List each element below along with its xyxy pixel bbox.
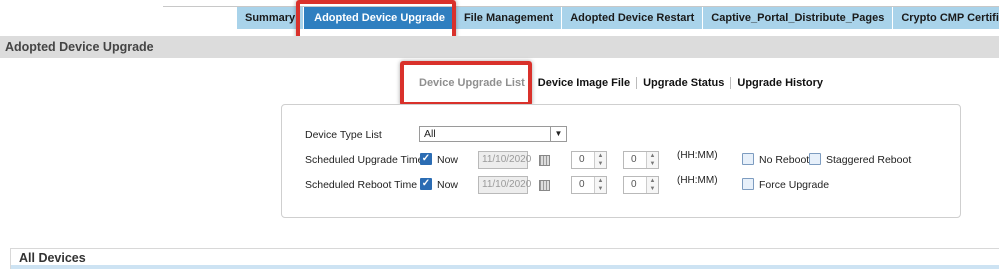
reboot-time-label: Scheduled Reboot Time <box>305 179 418 191</box>
dropdown-arrow-icon[interactable]: ▼ <box>550 127 566 141</box>
reboot-minute-stepper[interactable]: 0 ▲ ▼ <box>623 176 659 194</box>
upgrade-date-field[interactable]: 11/10/2020 <box>478 151 531 169</box>
stepper-arrows-icon[interactable]: ▲ ▼ <box>594 152 606 168</box>
reboot-now-label: Now <box>437 179 459 191</box>
staggered-reboot-checkbox[interactable] <box>809 153 821 165</box>
subnav-device-image-file[interactable]: Device Image File <box>532 77 636 89</box>
upgrade-time-label: Scheduled Upgrade Time <box>305 154 424 166</box>
subnav-upgrade-status[interactable]: Upgrade Status <box>637 77 730 89</box>
upgrade-now-checkbox[interactable]: ✓ <box>420 153 432 165</box>
device-type-select[interactable]: All ▼ <box>419 126 567 142</box>
tab-adopted-device-restart[interactable]: Adopted Device Restart <box>561 7 703 29</box>
highlight-box-subnav <box>400 61 532 106</box>
reboot-date-field[interactable]: 11/10/2020 <box>478 176 531 194</box>
hhmm-hint: (HH:MM) <box>677 150 718 161</box>
stepper-arrows-icon[interactable]: ▲ ▼ <box>646 152 658 168</box>
device-type-label: Device Type List <box>305 129 382 141</box>
upgrade-minute-stepper[interactable]: 0 ▲ ▼ <box>623 151 659 169</box>
upgrade-hour-value: 0 <box>579 154 585 165</box>
reboot-hour-value: 0 <box>579 179 585 190</box>
reboot-hour-stepper[interactable]: 0 ▲ ▼ <box>571 176 607 194</box>
calendar-icon[interactable] <box>539 155 550 166</box>
staggered-reboot-label: Staggered Reboot <box>826 154 912 166</box>
subnav-upgrade-history[interactable]: Upgrade History <box>731 77 829 89</box>
force-upgrade-checkbox[interactable] <box>742 178 754 190</box>
all-devices-title: All Devices <box>19 251 86 265</box>
no-reboot-label: No Reboot <box>759 154 810 166</box>
upgrade-hour-stepper[interactable]: 0 ▲ ▼ <box>571 151 607 169</box>
device-type-value: All <box>424 128 436 140</box>
no-reboot-checkbox[interactable] <box>742 153 754 165</box>
all-devices-section: All Devices <box>10 248 999 269</box>
upgrade-options-panel: Device Type List All ▼ Scheduled Upgrade… <box>281 104 961 218</box>
reboot-minute-value: 0 <box>631 179 637 190</box>
table-header-bar <box>11 265 999 269</box>
force-upgrade-label: Force Upgrade <box>759 179 830 191</box>
tab-file-management[interactable]: File Management <box>454 7 562 29</box>
calendar-icon[interactable] <box>539 180 550 191</box>
upgrade-now-label: Now <box>437 154 459 166</box>
hhmm-hint: (HH:MM) <box>677 175 718 186</box>
tab-crypto-cmp-certificate[interactable]: Crypto CMP Certificate <box>892 7 999 29</box>
stepper-arrows-icon[interactable]: ▲ ▼ <box>594 177 606 193</box>
stepper-arrows-icon[interactable]: ▲ ▼ <box>646 177 658 193</box>
tab-captive-portal-distribute-pages[interactable]: Captive_Portal_Distribute_Pages <box>702 7 893 29</box>
page-title: Adopted Device Upgrade <box>0 36 999 58</box>
reboot-now-checkbox[interactable]: ✓ <box>420 178 432 190</box>
tab-summary[interactable]: Summary <box>236 7 304 29</box>
upgrade-minute-value: 0 <box>631 154 637 165</box>
